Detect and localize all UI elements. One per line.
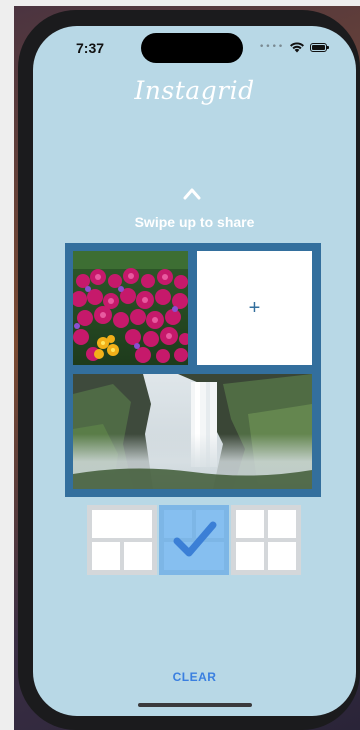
status-icons: ••••: [259, 38, 330, 56]
layout-option-two-by-two[interactable]: [231, 505, 301, 575]
layout-option-one-top-two-bottom[interactable]: [87, 505, 157, 575]
swipe-up-hint: Swipe up to share: [134, 214, 255, 230]
chevron-up-icon[interactable]: [182, 185, 202, 201]
home-indicator[interactable]: [138, 703, 252, 707]
plus-icon: +: [248, 296, 261, 319]
signal-icon: ••••: [259, 42, 285, 52]
app-screen: 7:37 •••• Instagrid Swipe up to share + …: [33, 26, 356, 716]
photo-slot-top-right-empty[interactable]: +: [197, 251, 312, 365]
battery-icon: [310, 42, 330, 52]
clear-button[interactable]: CLEAR: [33, 670, 356, 684]
flowers-photo: [73, 251, 188, 365]
dynamic-island: [141, 33, 243, 63]
layout-option-two-top-one-bottom-selected[interactable]: [159, 505, 229, 575]
checkmark-icon: [173, 521, 217, 557]
photo-grid: +: [65, 243, 321, 497]
status-time: 7:37: [76, 40, 105, 56]
layout-selector: [87, 505, 301, 575]
wifi-icon: [290, 42, 305, 53]
photo-slot-bottom[interactable]: [73, 374, 312, 489]
waterfall-photo: [73, 374, 312, 489]
app-title: Instagrid: [134, 76, 255, 105]
photo-slot-top-left[interactable]: [73, 251, 188, 365]
